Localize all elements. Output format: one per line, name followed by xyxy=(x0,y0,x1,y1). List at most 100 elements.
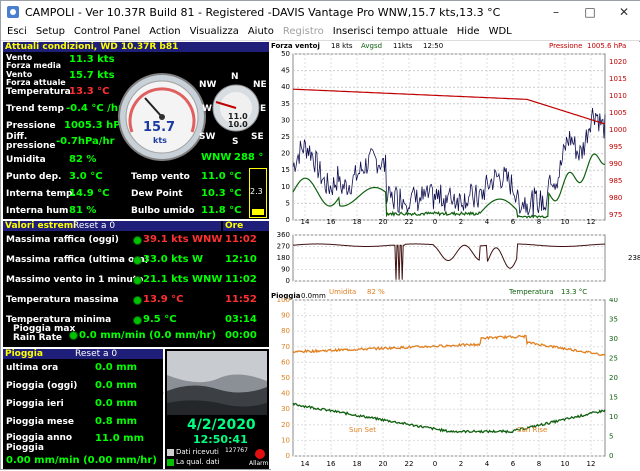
indoor-hum-label: Interna hum xyxy=(6,206,69,216)
g1-left-tick: 50 xyxy=(281,50,290,58)
wind-avg-label: Vento Forza media xyxy=(6,53,62,70)
g1-right-tick: 1020 xyxy=(609,58,627,66)
data-count: 127767 xyxy=(225,447,248,454)
g3-time-tick: 18 xyxy=(353,460,362,468)
rain-rate-value: 0.00 mm/min (0.00 mm/hr) xyxy=(6,455,157,466)
wind-degrees-value: 288 ° xyxy=(234,152,264,163)
g1-left-tick: 35 xyxy=(281,100,290,108)
clock-left-value: 0,0 xyxy=(151,389,164,398)
g3-left-tick: 70 xyxy=(281,343,290,351)
title-bar: CAMPOLI - Ver 10.37R Build 81 - Register… xyxy=(1,1,640,23)
g1-time-tick: 14 xyxy=(301,218,310,225)
g1-time-tick: 12 xyxy=(587,218,596,225)
g1-left-tick: 10 xyxy=(281,183,290,191)
g1-legend-pressure: Pressione xyxy=(549,42,583,50)
menu-visualizza[interactable]: Visualizza xyxy=(190,26,239,37)
g3-left-tick: 90 xyxy=(281,312,290,320)
g2-legend-temp: Temperatura xyxy=(509,288,554,296)
data-received-indicator xyxy=(167,449,174,456)
max-wind-minute-dot xyxy=(133,276,142,285)
close-button[interactable]: ✕ xyxy=(607,1,640,23)
humidity-label: Umidita xyxy=(6,155,46,165)
g1-time-tick: 4 xyxy=(485,218,490,225)
wind-direction-value: WNW xyxy=(201,152,232,163)
g1-legend-l4: 12:50 xyxy=(423,42,444,50)
menu-inserisci-tempo[interactable]: Inserisci tempo attuale xyxy=(333,26,448,37)
menu-wdl[interactable]: WDL xyxy=(489,26,512,37)
temp-trend-label: Trend temp xyxy=(6,104,64,114)
max-gust-hour-time: 12:10 xyxy=(225,254,257,265)
data-received-label: Dati ricevuti xyxy=(176,448,219,456)
g1-right-tick: 1010 xyxy=(609,92,627,100)
menu-registro: Registro xyxy=(282,26,324,37)
g3-time-tick: 6 xyxy=(511,460,516,468)
max-rain-rate-value: 0.0 mm/min (0.0 mm/hr) xyxy=(79,330,217,341)
pressure-diff-value: -0.7hPa/hr xyxy=(56,136,115,147)
compass-se: SE xyxy=(251,132,264,142)
max-temp-dot xyxy=(133,296,142,305)
humidity-temp-chart: 1009080706050403020100403530252015105014… xyxy=(277,298,618,468)
max-gust-today-dot xyxy=(133,236,142,245)
side-bar-value: 2.3 xyxy=(250,187,263,196)
clock-panel: 0,0 4/2/2020 12:50:41 Dati ricevuti La q… xyxy=(151,349,269,469)
rain-year-value: 11.0 mm xyxy=(95,433,144,444)
g1-time-tick: 8 xyxy=(537,218,541,225)
g3-time-tick: 12 xyxy=(587,460,596,468)
current-conditions-header: Attuali condizioni, WD 10.37R b81 xyxy=(3,42,269,52)
g3-left-tick: 30 xyxy=(281,405,290,413)
wetbulb-label: Bulbo umido xyxy=(131,206,195,216)
wind-now-value: 15.7 kts xyxy=(69,70,115,81)
g3-right-tick: 35 xyxy=(609,316,618,324)
g2-legend-humidity-val: 82 % xyxy=(367,288,385,296)
rain-last-hour-label: ultima ora xyxy=(6,363,59,373)
rain-today-value: 0.0 mm xyxy=(95,380,138,391)
g3-left-tick: 50 xyxy=(281,374,290,382)
g1-time-tick: 0 xyxy=(433,218,437,225)
dewpoint-value: 3.0 °C xyxy=(69,171,103,182)
max-rain-rate-label: Pioggia max Rain Rate xyxy=(13,324,76,343)
g3-right-tick: 0 xyxy=(609,452,613,460)
g1-time-tick: 6 xyxy=(511,218,516,225)
g3-time-tick: 20 xyxy=(379,460,388,468)
menu-setup[interactable]: Setup xyxy=(36,26,65,37)
current-conditions-panel: Attuali condizioni, WD 10.37R b81 Vento … xyxy=(3,42,269,219)
g1-right-tick: 1000 xyxy=(609,126,627,134)
gauge-unit: kts xyxy=(153,136,167,145)
g1-time-tick: 16 xyxy=(327,218,336,225)
extremes-panel: Valori estremi Reset a 0 Ore Massima raf… xyxy=(3,221,269,347)
g1-legend-l2: Avgsd xyxy=(361,42,383,50)
rain-year-label: Pioggia anno Pioggia xyxy=(6,433,73,453)
g1-legend-wind: Forza ventoj xyxy=(271,42,320,50)
g1-right-tick: 1005 xyxy=(609,109,627,117)
g3-time-tick: 22 xyxy=(405,460,414,468)
g2-left-tick: 90 xyxy=(281,266,290,274)
menu-action[interactable]: Action xyxy=(149,26,180,37)
max-temp-label: Temperatura massima xyxy=(6,295,119,305)
alarm-label: Allarm xyxy=(249,460,269,467)
side-bar-fill xyxy=(252,209,264,215)
menu-aiuto[interactable]: Aiuto xyxy=(248,26,274,37)
max-rain-rate-dot xyxy=(69,331,78,340)
alarm-icon[interactable] xyxy=(255,449,265,459)
menu-esci[interactable]: Esci xyxy=(7,26,27,37)
temp-trend-value: -0.4 °C /hr xyxy=(66,103,123,114)
humidity-value: 82 % xyxy=(69,154,97,165)
g2-legend-humidity: Umidita xyxy=(329,288,357,296)
rain-reset-button[interactable]: Reset a 0 xyxy=(75,349,117,359)
g1-right-tick: 985 xyxy=(609,177,622,185)
g1-time-tick: 22 xyxy=(405,218,414,225)
max-gust-today-time: 11:02 xyxy=(225,234,257,245)
menu-hide[interactable]: Hide xyxy=(457,26,480,37)
g3-left-tick: 20 xyxy=(281,421,290,429)
min-temp-value: 9.5 °C xyxy=(143,314,177,325)
extremes-reset-button[interactable]: Reset a 0 xyxy=(73,221,115,231)
menu-control-panel[interactable]: Control Panel xyxy=(74,26,140,37)
g1-left-tick: 25 xyxy=(281,133,290,141)
g1-left-tick: 0 xyxy=(286,216,290,224)
minimize-button[interactable]: – xyxy=(539,1,573,23)
temperature-value: 13.3 °C xyxy=(69,86,110,97)
mini-gauge-sub: 10.0 xyxy=(228,120,248,129)
clock-date: 4/2/2020 xyxy=(187,417,256,433)
rain-today-label: Pioggia (oggi) xyxy=(6,381,78,391)
maximize-button[interactable]: □ xyxy=(573,1,607,23)
